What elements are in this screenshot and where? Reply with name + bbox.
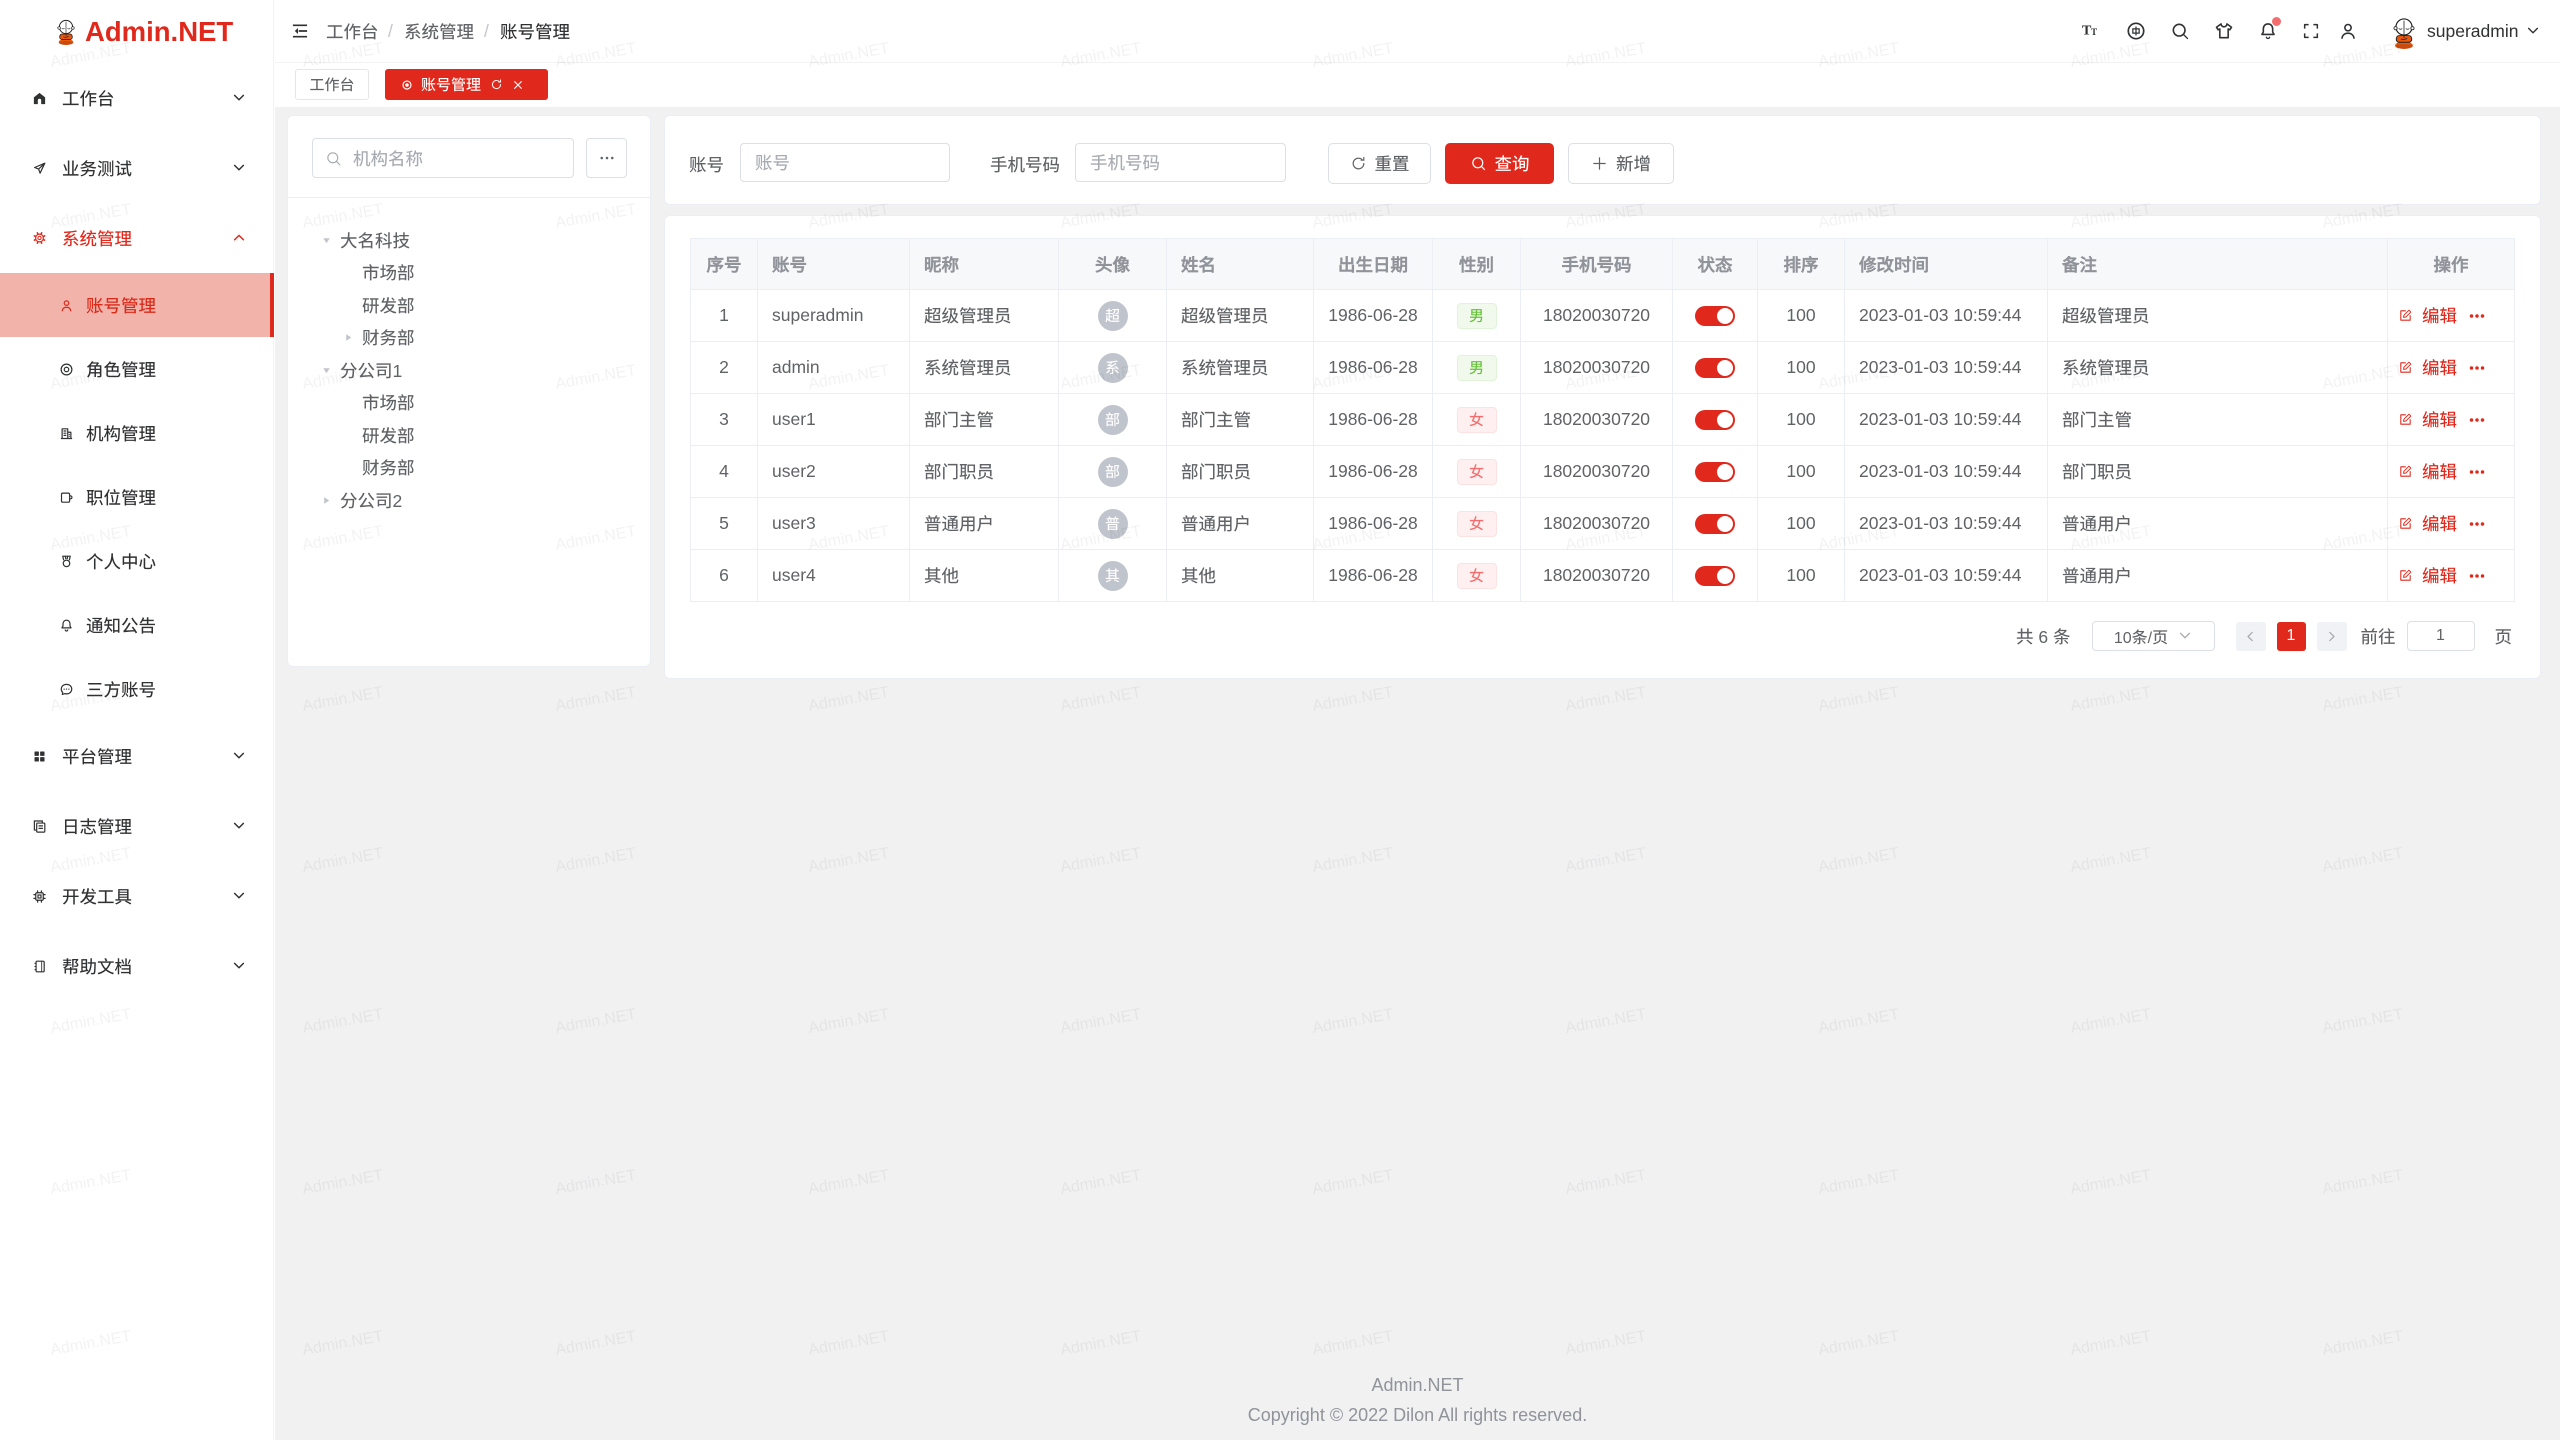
svg-text:T: T <box>2091 27 2097 37</box>
